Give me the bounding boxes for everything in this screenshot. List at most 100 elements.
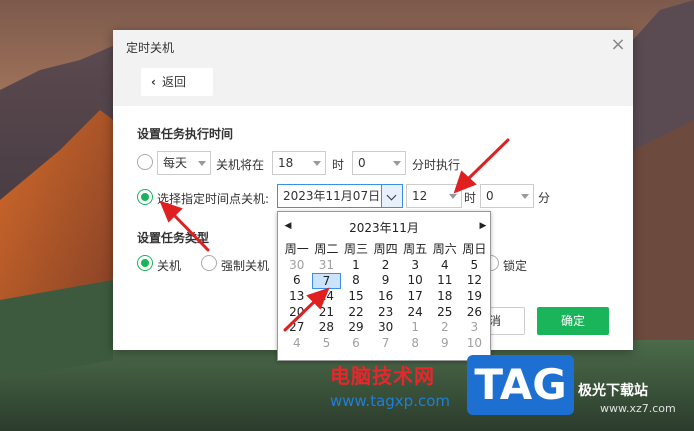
calendar-day[interactable]: 10 xyxy=(400,273,430,289)
specific-hour-select[interactable]: 12 xyxy=(406,184,462,208)
daily-hour-value: 18 xyxy=(278,156,294,170)
calendar-day[interactable]: 30 xyxy=(282,258,312,274)
watermark-logo: TAG xyxy=(467,355,574,415)
weekday-header: 周六 xyxy=(432,242,457,256)
calendar-day[interactable]: 11 xyxy=(430,273,460,289)
calendar-day[interactable]: 21 xyxy=(312,305,342,321)
daily-minute-value: 0 xyxy=(358,156,366,170)
calendar-grid: 周一 周二 周三 周四 周五 周六 周日 30 31 1 2 3 4 5 6 7 8 9 10 11 12 13 14 15 1… xyxy=(282,242,489,352)
calendar-day[interactable]: 7 xyxy=(371,336,401,352)
calendar-day[interactable]: 3 xyxy=(460,320,490,336)
calendar-day[interactable]: 16 xyxy=(371,289,401,305)
radio-specific-time[interactable] xyxy=(137,189,153,205)
specific-hour-unit: 时 xyxy=(464,191,477,205)
calendar-day[interactable]: 9 xyxy=(430,336,460,352)
calendar-day[interactable]: 14 xyxy=(312,289,342,305)
type-lock-label: 锁定 xyxy=(503,259,528,273)
weekday-header: 周五 xyxy=(403,242,428,256)
dialog-header: 定时关机 × ‹ 返回 xyxy=(113,30,633,106)
calendar-popup: ◀ 2023年11月 ▶ 周一 周二 周三 周四 周五 周六 周日 30 31 1 2 3 4 5 6 7 8 9… xyxy=(277,211,491,361)
weekday-header: 周三 xyxy=(343,242,368,256)
weekday-header: 周二 xyxy=(314,242,339,256)
calendar-header: ◀ 2023年11月 ▶ xyxy=(278,212,490,240)
specific-minute-value: 0 xyxy=(486,189,494,203)
calendar-day[interactable]: 23 xyxy=(371,305,401,321)
calendar-day[interactable]: 2 xyxy=(430,320,460,336)
calendar-day[interactable]: 4 xyxy=(430,258,460,274)
chevron-down-icon xyxy=(521,194,529,199)
chevron-left-icon: ‹ xyxy=(151,75,156,89)
watermark-site-name: 电脑技术网 xyxy=(330,364,435,388)
daily-after-label: 分时执行 xyxy=(412,158,461,172)
calendar-day[interactable]: 20 xyxy=(282,305,312,321)
calendar-day[interactable]: 7 xyxy=(311,273,342,290)
daily-minute-select[interactable]: 0 xyxy=(352,151,406,175)
calendar-day[interactable]: 5 xyxy=(460,258,490,274)
frequency-value: 每天 xyxy=(163,156,188,170)
daily-hour-select[interactable]: 18 xyxy=(272,151,326,175)
calendar-day[interactable]: 24 xyxy=(400,305,430,321)
calendar-day[interactable]: 6 xyxy=(282,273,312,289)
calendar-day[interactable]: 30 xyxy=(371,320,401,336)
calendar-day[interactable]: 12 xyxy=(460,273,490,289)
calendar-day[interactable]: 9 xyxy=(371,273,401,289)
calendar-day[interactable]: 6 xyxy=(341,336,371,352)
calendar-day[interactable]: 29 xyxy=(341,320,371,336)
next-month-icon[interactable]: ▶ xyxy=(477,220,489,232)
specific-minute-select[interactable]: 0 xyxy=(480,184,534,208)
calendar-day[interactable]: 15 xyxy=(341,289,371,305)
calendar-day[interactable]: 26 xyxy=(460,305,490,321)
calendar-day[interactable]: 1 xyxy=(341,258,371,274)
calendar-day[interactable]: 8 xyxy=(341,273,371,289)
type-force-shutdown-label: 强制关机 xyxy=(221,259,270,273)
calendar-day[interactable]: 25 xyxy=(430,305,460,321)
radio-force-shutdown[interactable] xyxy=(201,255,217,271)
daily-hour-unit: 时 xyxy=(332,158,345,172)
section-title-task-type: 设置任务类型 xyxy=(137,231,210,245)
calendar-month-title[interactable]: 2023年11月 xyxy=(278,219,490,236)
calendar-day[interactable]: 31 xyxy=(312,258,342,274)
calendar-day[interactable]: 19 xyxy=(460,289,490,305)
radio-shutdown[interactable] xyxy=(137,255,153,271)
calendar-day[interactable]: 4 xyxy=(282,336,312,352)
ok-button[interactable]: 确定 xyxy=(537,307,609,335)
type-shutdown-label: 关机 xyxy=(157,259,182,273)
calendar-day[interactable]: 3 xyxy=(400,258,430,274)
calendar-day[interactable]: 5 xyxy=(312,336,342,352)
weekday-header: 周四 xyxy=(373,242,398,256)
back-button-label: 返回 xyxy=(161,75,186,89)
calendar-day[interactable]: 28 xyxy=(312,320,342,336)
chevron-down-icon xyxy=(386,190,397,201)
calendar-day[interactable]: 18 xyxy=(430,289,460,305)
specific-minute-unit: 分 xyxy=(538,191,551,205)
calendar-day[interactable]: 10 xyxy=(460,336,490,352)
specific-hour-value: 12 xyxy=(412,189,428,203)
radio-daily[interactable] xyxy=(137,154,153,170)
dialog-title: 定时关机 xyxy=(126,41,175,55)
close-icon[interactable]: × xyxy=(609,36,627,54)
watermark-partner-name: 极光下载站 xyxy=(578,383,648,399)
section-title-task-time: 设置任务执行时间 xyxy=(137,127,234,141)
chevron-down-icon xyxy=(449,194,457,199)
watermark-site-url: www.tagxp.com xyxy=(330,392,450,410)
calendar-day[interactable]: 17 xyxy=(400,289,430,305)
date-picker[interactable]: 2023年11月07日 xyxy=(277,184,403,208)
daily-label: 关机将在 xyxy=(216,158,265,172)
calendar-day[interactable]: 27 xyxy=(282,320,312,336)
frequency-select[interactable]: 每天 xyxy=(157,151,211,175)
back-button[interactable]: ‹ 返回 xyxy=(141,68,213,96)
chevron-down-icon xyxy=(393,161,401,166)
date-dropdown-button[interactable] xyxy=(381,184,403,208)
specific-time-label: 选择指定时间点关机: xyxy=(157,192,270,206)
weekday-header: 周一 xyxy=(284,242,309,256)
calendar-day[interactable]: 13 xyxy=(282,289,312,305)
calendar-day[interactable]: 8 xyxy=(400,336,430,352)
calendar-day[interactable]: 2 xyxy=(371,258,401,274)
chevron-down-icon xyxy=(198,161,206,166)
weekday-header: 周日 xyxy=(462,242,487,256)
watermark-partner-url: www.xz7.com xyxy=(600,402,676,415)
chevron-down-icon xyxy=(313,161,321,166)
date-value: 2023年11月07日 xyxy=(283,189,381,203)
calendar-day[interactable]: 1 xyxy=(400,320,430,336)
calendar-day[interactable]: 22 xyxy=(341,305,371,321)
